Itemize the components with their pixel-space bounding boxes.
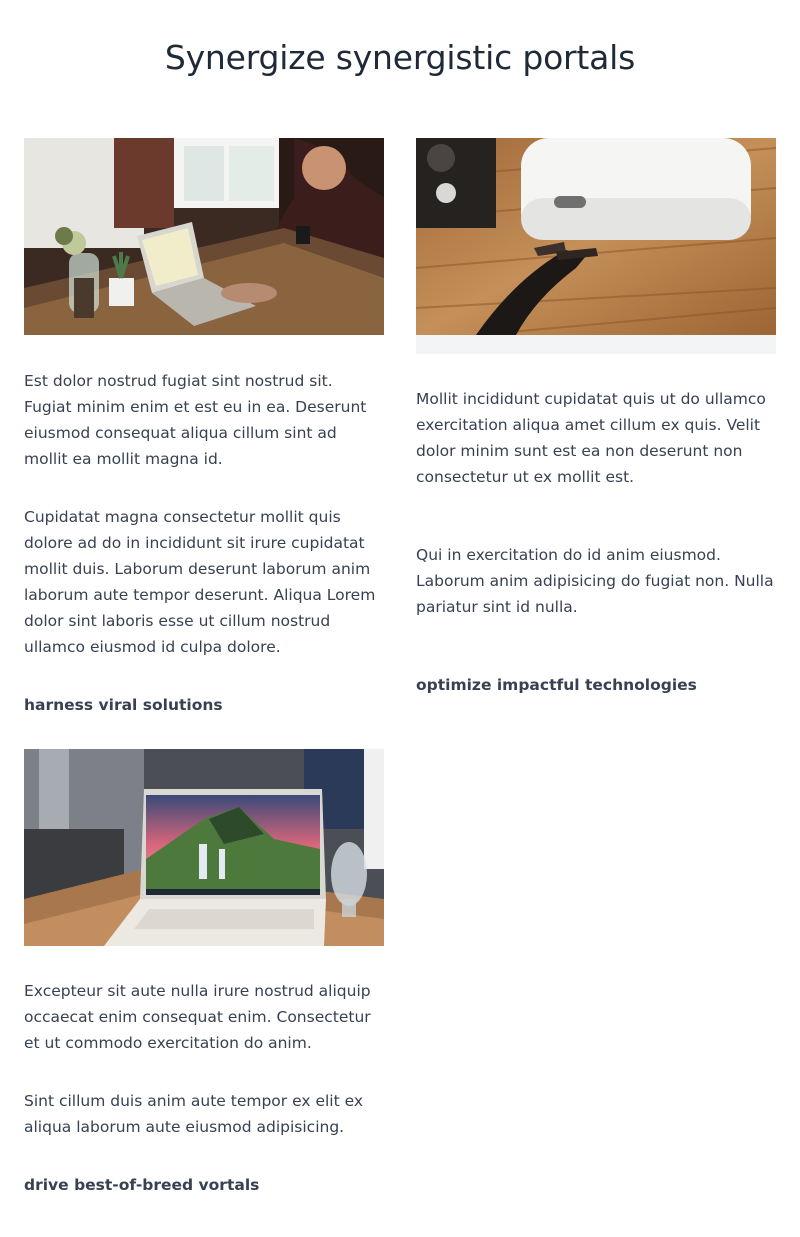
- card-paragraph: Qui in exercitation do id anim eiusmod. …: [416, 546, 774, 616]
- card-image: [416, 138, 776, 335]
- card-image: [24, 749, 384, 946]
- card-paragraph: Excepteur sit aute nulla irure nostrud a…: [24, 982, 371, 1052]
- card-media: [416, 138, 776, 354]
- card-paragraph: Cupidatat magna consectetur mollit quis …: [24, 508, 376, 656]
- article-card: Mollit incididunt cupidatat quis ut do u…: [416, 138, 776, 694]
- card-link[interactable]: drive best-of-breed vortals: [24, 1176, 384, 1194]
- card-paragraph: Est dolor nostrud fugiat sint nostrud si…: [24, 372, 367, 468]
- article-card: Excepteur sit aute nulla irure nostrud a…: [24, 749, 384, 1194]
- article-card: Est dolor nostrud fugiat sint nostrud si…: [24, 138, 384, 714]
- card-link[interactable]: harness viral solutions: [24, 696, 384, 714]
- card-paragraph: Mollit incididunt cupidatat quis ut do u…: [416, 390, 766, 486]
- page-title: Synergize synergistic portals: [164, 38, 636, 77]
- card-image: [24, 138, 384, 335]
- card-paragraph: Sint cillum duis anim aute tempor ex eli…: [24, 1092, 364, 1136]
- card-link[interactable]: optimize impactful technologies: [416, 676, 776, 694]
